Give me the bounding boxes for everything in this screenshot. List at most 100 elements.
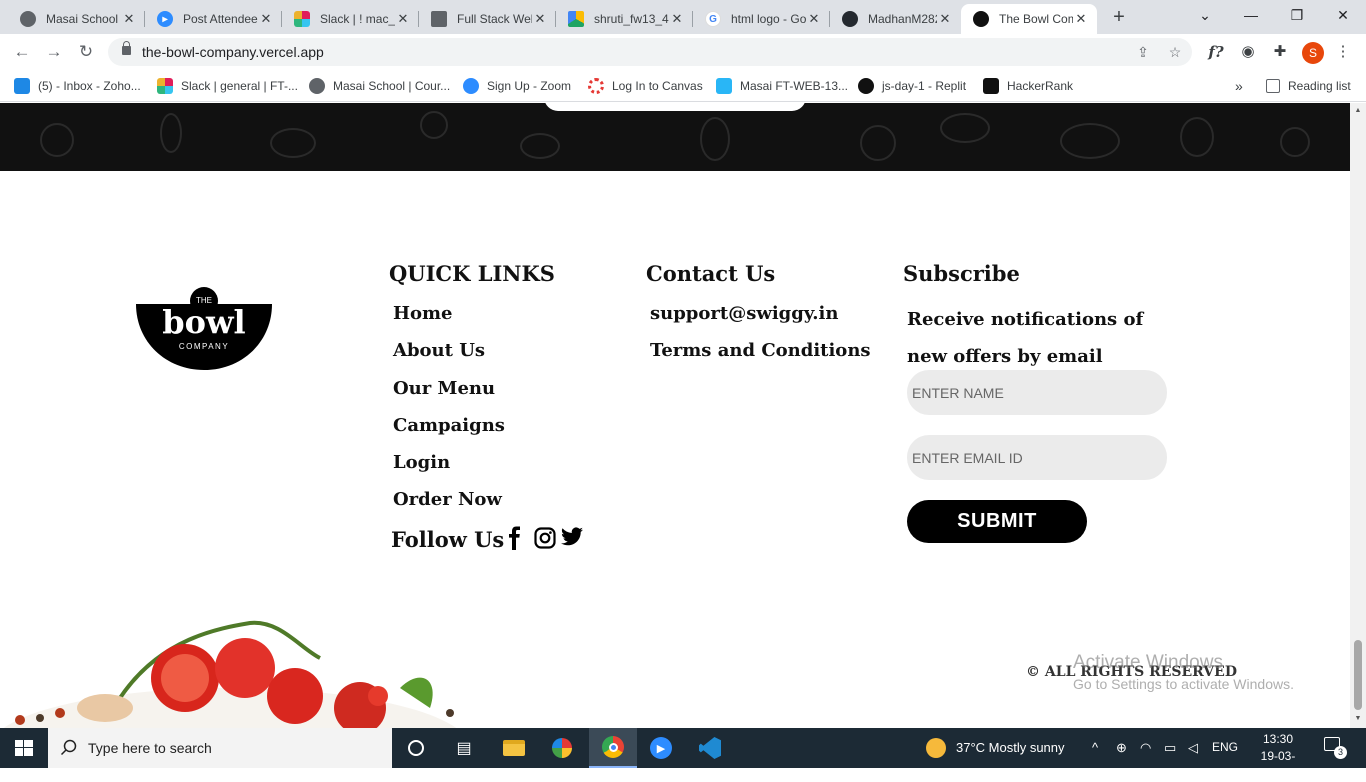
bookmark-replit[interactable]: js-day-1 - Replit xyxy=(858,76,966,96)
close-tab-icon[interactable]: ✕ xyxy=(1073,11,1089,27)
forward-button[interactable]: → xyxy=(42,40,66,64)
search-icon xyxy=(60,739,77,756)
battery-icon[interactable]: ▭ xyxy=(1164,740,1176,756)
bookmark-slack-general[interactable]: Slack | general | FT-... xyxy=(157,76,298,96)
contact-us-heading: Contact Us xyxy=(646,261,776,286)
page-scrollbar[interactable]: ▲ ▼ xyxy=(1350,103,1366,728)
name-input[interactable] xyxy=(907,370,1167,415)
extensions-puzzle-icon[interactable]: ✚ xyxy=(1269,42,1291,62)
bookmark-label: Masai School | Cour... xyxy=(333,79,451,93)
bookmark-zoom-signup[interactable]: Sign Up - Zoom xyxy=(463,76,571,96)
restore-button[interactable]: ❐ xyxy=(1274,0,1320,30)
bookmark-masai-school[interactable]: Masai School | Cour... xyxy=(309,76,450,96)
tab-the-bowl-company[interactable]: The Bowl Com ✕ xyxy=(961,4,1097,34)
reading-list-icon xyxy=(1266,79,1280,93)
clock-time: 13:30 xyxy=(1262,732,1294,746)
zoom-taskbar-icon[interactable]: ▶ xyxy=(637,728,685,768)
bookmark-label: Masai FT-WEB-13... xyxy=(740,79,849,93)
close-tab-icon[interactable]: ✕ xyxy=(258,11,274,27)
email-input[interactable] xyxy=(907,435,1167,480)
weather-icon[interactable] xyxy=(926,738,946,761)
tab-masai-school[interactable]: Masai School ✕ xyxy=(8,4,145,34)
link-order-now[interactable]: Order Now xyxy=(393,489,502,510)
masai-icon xyxy=(716,78,732,94)
taskbar-search-box[interactable]: Type here to search xyxy=(48,728,392,768)
clock[interactable]: 13:30 19-03-2022 xyxy=(1254,731,1302,782)
task-view-icon[interactable]: ▤ xyxy=(440,728,488,768)
notification-center-icon[interactable]: 3 xyxy=(1324,737,1347,759)
bookmark-zoho-inbox[interactable]: (5) - Inbox - Zoho... xyxy=(14,76,141,96)
tab-github[interactable]: MadhanM282 ✕ xyxy=(830,4,961,34)
close-window-button[interactable]: ✕ xyxy=(1320,0,1366,30)
link-our-menu[interactable]: Our Menu xyxy=(393,378,495,399)
tab-google-drive[interactable]: shruti_fw13_4 ✕ xyxy=(556,4,693,34)
tab-slack[interactable]: Slack | ! mac_ ✕ xyxy=(282,4,419,34)
watermark-line-2: Go to Settings to activate Windows. xyxy=(1073,676,1294,692)
link-login[interactable]: Login xyxy=(393,452,450,473)
clock-date: 19-03-2022 xyxy=(1260,749,1296,780)
formula-extension-icon[interactable]: f? xyxy=(1205,42,1227,62)
bookmark-masai-ft-web[interactable]: Masai FT-WEB-13... xyxy=(716,76,848,96)
tab-full-stack-web[interactable]: Full Stack Web ✕ xyxy=(419,4,556,34)
scroll-up-icon[interactable]: ▲ xyxy=(1354,107,1362,115)
link-about-us[interactable]: About Us xyxy=(393,340,485,361)
link-campaigns[interactable]: Campaigns xyxy=(393,415,505,436)
chrome-taskbar-icon[interactable] xyxy=(589,728,637,768)
menu-kebab-icon[interactable]: ⋮ xyxy=(1332,42,1354,62)
reading-list-button[interactable]: Reading list xyxy=(1266,76,1351,96)
reload-button[interactable]: ↻ xyxy=(74,40,98,64)
paint-icon[interactable] xyxy=(538,728,586,768)
close-tab-icon[interactable]: ✕ xyxy=(806,11,822,27)
url-text: the-bowl-company.vercel.app xyxy=(142,44,324,60)
support-email-link[interactable]: support@swiggy.in xyxy=(650,303,838,324)
tab-search-icon[interactable]: ⌄ xyxy=(1182,0,1228,30)
tab-google-search[interactable]: G html logo - Go ✕ xyxy=(693,4,830,34)
volume-icon[interactable]: ◁ xyxy=(1188,740,1198,756)
follow-us-label: Follow Us xyxy=(391,527,505,552)
profile-avatar[interactable]: S xyxy=(1302,42,1324,64)
the-bowl-company-logo[interactable]: THE bowl COMPANY xyxy=(134,286,274,372)
vscode-taskbar-icon[interactable] xyxy=(686,728,734,768)
close-tab-icon[interactable]: ✕ xyxy=(937,11,953,27)
tab-post-attendee[interactable]: ▸ Post Attendee ✕ xyxy=(145,4,282,34)
address-bar[interactable]: the-bowl-company.vercel.app ⇪ ☆ xyxy=(108,38,1192,66)
share-icon[interactable]: ⇪ xyxy=(1134,43,1152,61)
close-tab-icon[interactable]: ✕ xyxy=(395,11,411,27)
globe-icon xyxy=(309,78,325,94)
bookmark-star-icon[interactable]: ☆ xyxy=(1166,43,1184,61)
close-tab-icon[interactable]: ✕ xyxy=(121,11,137,27)
bookmarks-overflow-button[interactable]: » xyxy=(1235,76,1243,96)
file-explorer-icon[interactable] xyxy=(490,728,538,768)
zoho-mail-icon xyxy=(14,78,30,94)
show-hidden-icons[interactable]: ^ xyxy=(1092,740,1098,755)
weather-text[interactable]: 37°C Mostly sunny xyxy=(956,740,1065,755)
lock-icon xyxy=(122,41,131,55)
mic-icon[interactable]: ⊕ xyxy=(1116,740,1127,756)
submit-button[interactable]: SUBMIT xyxy=(907,500,1087,543)
scroll-thumb[interactable] xyxy=(1354,640,1362,710)
facebook-icon[interactable] xyxy=(503,526,527,550)
terms-link[interactable]: Terms and Conditions xyxy=(650,340,871,361)
bookmark-label: Slack | general | FT-... xyxy=(181,79,298,93)
instagram-icon[interactable] xyxy=(533,526,557,550)
logo-bottom-text: COMPANY xyxy=(179,342,229,351)
language-indicator[interactable]: ENG xyxy=(1212,740,1238,754)
notification-count: 3 xyxy=(1334,746,1347,759)
twitter-icon[interactable] xyxy=(560,525,584,549)
bookmark-label: HackerRank xyxy=(1007,79,1074,93)
windows-start-icon[interactable] xyxy=(0,728,48,768)
new-tab-button[interactable]: + xyxy=(1108,6,1130,28)
bookmark-hackerrank[interactable]: HackerRank xyxy=(983,76,1073,96)
tab-title: MadhanM282 xyxy=(868,12,937,26)
bookmark-canvas-login[interactable]: Log In to Canvas xyxy=(588,76,703,96)
back-button[interactable]: ← xyxy=(10,40,34,64)
minimize-button[interactable]: — xyxy=(1228,0,1274,30)
close-tab-icon[interactable]: ✕ xyxy=(669,11,685,27)
link-home[interactable]: Home xyxy=(393,303,453,324)
wifi-icon[interactable]: ◠ xyxy=(1140,740,1151,756)
activate-windows-watermark: Activate Windows Go to Settings to activ… xyxy=(1073,652,1294,692)
scroll-down-icon[interactable]: ▼ xyxy=(1354,715,1362,723)
cortana-icon[interactable] xyxy=(392,728,440,768)
record-extension-icon[interactable]: ◉ xyxy=(1237,42,1259,62)
close-tab-icon[interactable]: ✕ xyxy=(532,11,548,27)
